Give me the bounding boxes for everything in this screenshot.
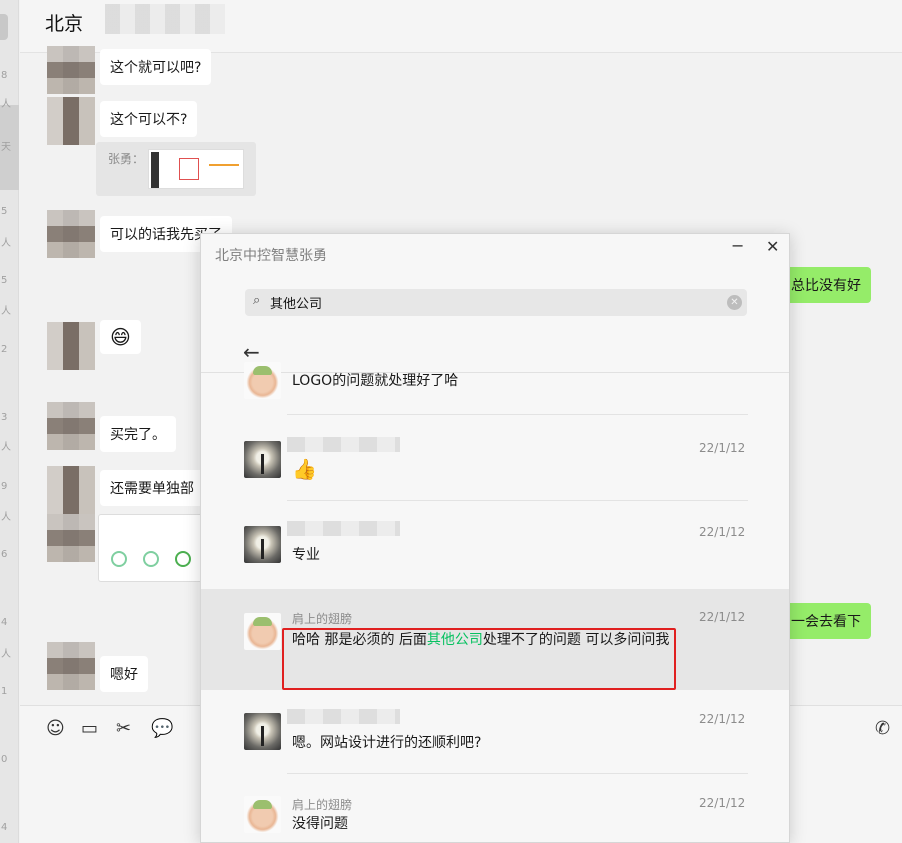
- search-icon: ⌕: [253, 293, 261, 308]
- sidebar-text: 2: [1, 344, 8, 355]
- sidebar-text: 人: [1, 442, 11, 453]
- message-bubble[interactable]: 这个可以不?: [100, 101, 198, 137]
- sidebar-text: 人: [1, 99, 11, 110]
- chat-history-dialog: 北京中控智慧张勇 − ✕ ⌕ ✕ ← LOGO的问题就处理好了哈 22/1/12…: [200, 233, 790, 843]
- result-text: LOGO的问题就处理好了哈: [292, 373, 459, 389]
- emoji-icon[interactable]: ☺: [46, 718, 65, 739]
- sidebar-text: 天: [1, 142, 11, 153]
- result-item[interactable]: LOGO的问题就处理好了哈: [201, 362, 789, 415]
- close-button[interactable]: ✕: [766, 237, 779, 256]
- phone-icon[interactable]: ✆: [875, 718, 890, 739]
- search-box[interactable]: ⌕ ✕: [245, 289, 747, 316]
- search-input[interactable]: [270, 289, 710, 316]
- message-bubble[interactable]: 买完了。: [100, 416, 176, 452]
- result-item[interactable]: 22/1/12 嗯。网站设计进行的还顺利吧?: [201, 690, 789, 774]
- avatar[interactable]: [47, 514, 95, 562]
- result-item[interactable]: 22/1/12 👍: [201, 415, 789, 501]
- quote-label: 张勇：: [108, 152, 145, 166]
- emoji-message[interactable]: 😄: [100, 320, 141, 354]
- avatar: [244, 362, 281, 399]
- thumbs-up-icon: 👍: [292, 457, 317, 481]
- scissors-icon[interactable]: ✂: [116, 718, 131, 739]
- avatar: [244, 441, 281, 478]
- sidebar-text: 人: [1, 649, 11, 660]
- chat-header: 北京 ᐩ: [20, 0, 902, 53]
- pin-icon[interactable]: ᐩ: [835, 0, 900, 10]
- image-message[interactable]: [98, 514, 208, 582]
- sidebar-text: 人: [1, 512, 11, 523]
- minimize-button[interactable]: −: [731, 236, 744, 255]
- result-text: 没得问题: [292, 816, 348, 832]
- folder-icon[interactable]: ▭: [81, 718, 98, 739]
- avatar[interactable]: [47, 46, 95, 94]
- sidebar-text: 人: [1, 238, 11, 249]
- avatar: [244, 796, 281, 833]
- blurred-name: [287, 709, 400, 724]
- message-bubble[interactable]: 还需要单独部: [100, 470, 204, 506]
- chat-title: 北京: [45, 13, 84, 35]
- sidebar-text: 3: [1, 412, 8, 423]
- sidebar-text: 4: [1, 822, 8, 833]
- sidebar-text: 9: [1, 481, 8, 492]
- back-arrow-icon[interactable]: ←: [243, 340, 260, 364]
- message-bubble[interactable]: 这个就可以吧?: [100, 49, 212, 85]
- sidebar-text: 1: [1, 686, 8, 697]
- sidebar-text: 6: [1, 549, 8, 560]
- result-date: 22/1/12: [699, 441, 746, 455]
- message-bubble[interactable]: 嗯好: [100, 656, 148, 692]
- avatar: [244, 613, 281, 650]
- result-sender: 肩上的翅膀: [292, 612, 353, 626]
- result-text: 专业: [292, 547, 320, 563]
- avatar[interactable]: [47, 466, 95, 514]
- avatar[interactable]: [47, 402, 95, 450]
- message-bubble-self[interactable]: 一会去看下: [785, 603, 871, 639]
- avatar: [244, 713, 281, 750]
- result-date: 22/1/12: [699, 525, 746, 539]
- avatar[interactable]: [47, 97, 95, 145]
- sidebar-selector[interactable]: [0, 14, 8, 40]
- annotation-highlight-box: [282, 628, 676, 690]
- sidebar-text: 人: [1, 306, 11, 317]
- dialog-title: 北京中控智慧张勇: [215, 248, 327, 264]
- sidebar-text: 5: [1, 275, 8, 286]
- sidebar-text: 0: [1, 754, 8, 765]
- avatar[interactable]: [47, 322, 95, 370]
- result-date: 22/1/12: [699, 712, 746, 726]
- result-item[interactable]: 22/1/12 专业: [201, 501, 789, 589]
- left-sidebar-strip: 8 人 天 5 人 5 人 2 3 人 9 人 6 4 人 1 0 4: [0, 0, 19, 843]
- blurred-title: [105, 4, 225, 34]
- result-item[interactable]: 肩上的翅膀 22/1/12 没得问题: [201, 774, 789, 842]
- result-date: 22/1/12: [699, 796, 746, 810]
- avatar: [244, 526, 281, 563]
- sidebar-text: 4: [1, 617, 8, 628]
- clear-search-icon[interactable]: ✕: [727, 295, 742, 310]
- blurred-name: [287, 437, 400, 452]
- result-date: 22/1/12: [699, 610, 746, 624]
- sidebar-text: 5: [1, 206, 8, 217]
- blurred-name: [287, 521, 400, 536]
- result-text: 嗯。网站设计进行的还顺利吧?: [292, 735, 482, 751]
- avatar[interactable]: [47, 210, 95, 258]
- avatar[interactable]: [47, 642, 95, 690]
- screenshot-thumbnail[interactable]: [148, 149, 244, 189]
- chat-bubble-icon[interactable]: 💬: [151, 718, 173, 739]
- result-sender: 肩上的翅膀: [292, 798, 353, 812]
- sidebar-text: 8: [1, 70, 8, 81]
- quoted-image-message[interactable]: 张勇：: [96, 142, 256, 196]
- search-results[interactable]: LOGO的问题就处理好了哈 22/1/12 👍 22/1/12 专业 肩上的翅膀…: [201, 362, 789, 842]
- message-bubble-self[interactable]: 总比没有好: [785, 267, 871, 303]
